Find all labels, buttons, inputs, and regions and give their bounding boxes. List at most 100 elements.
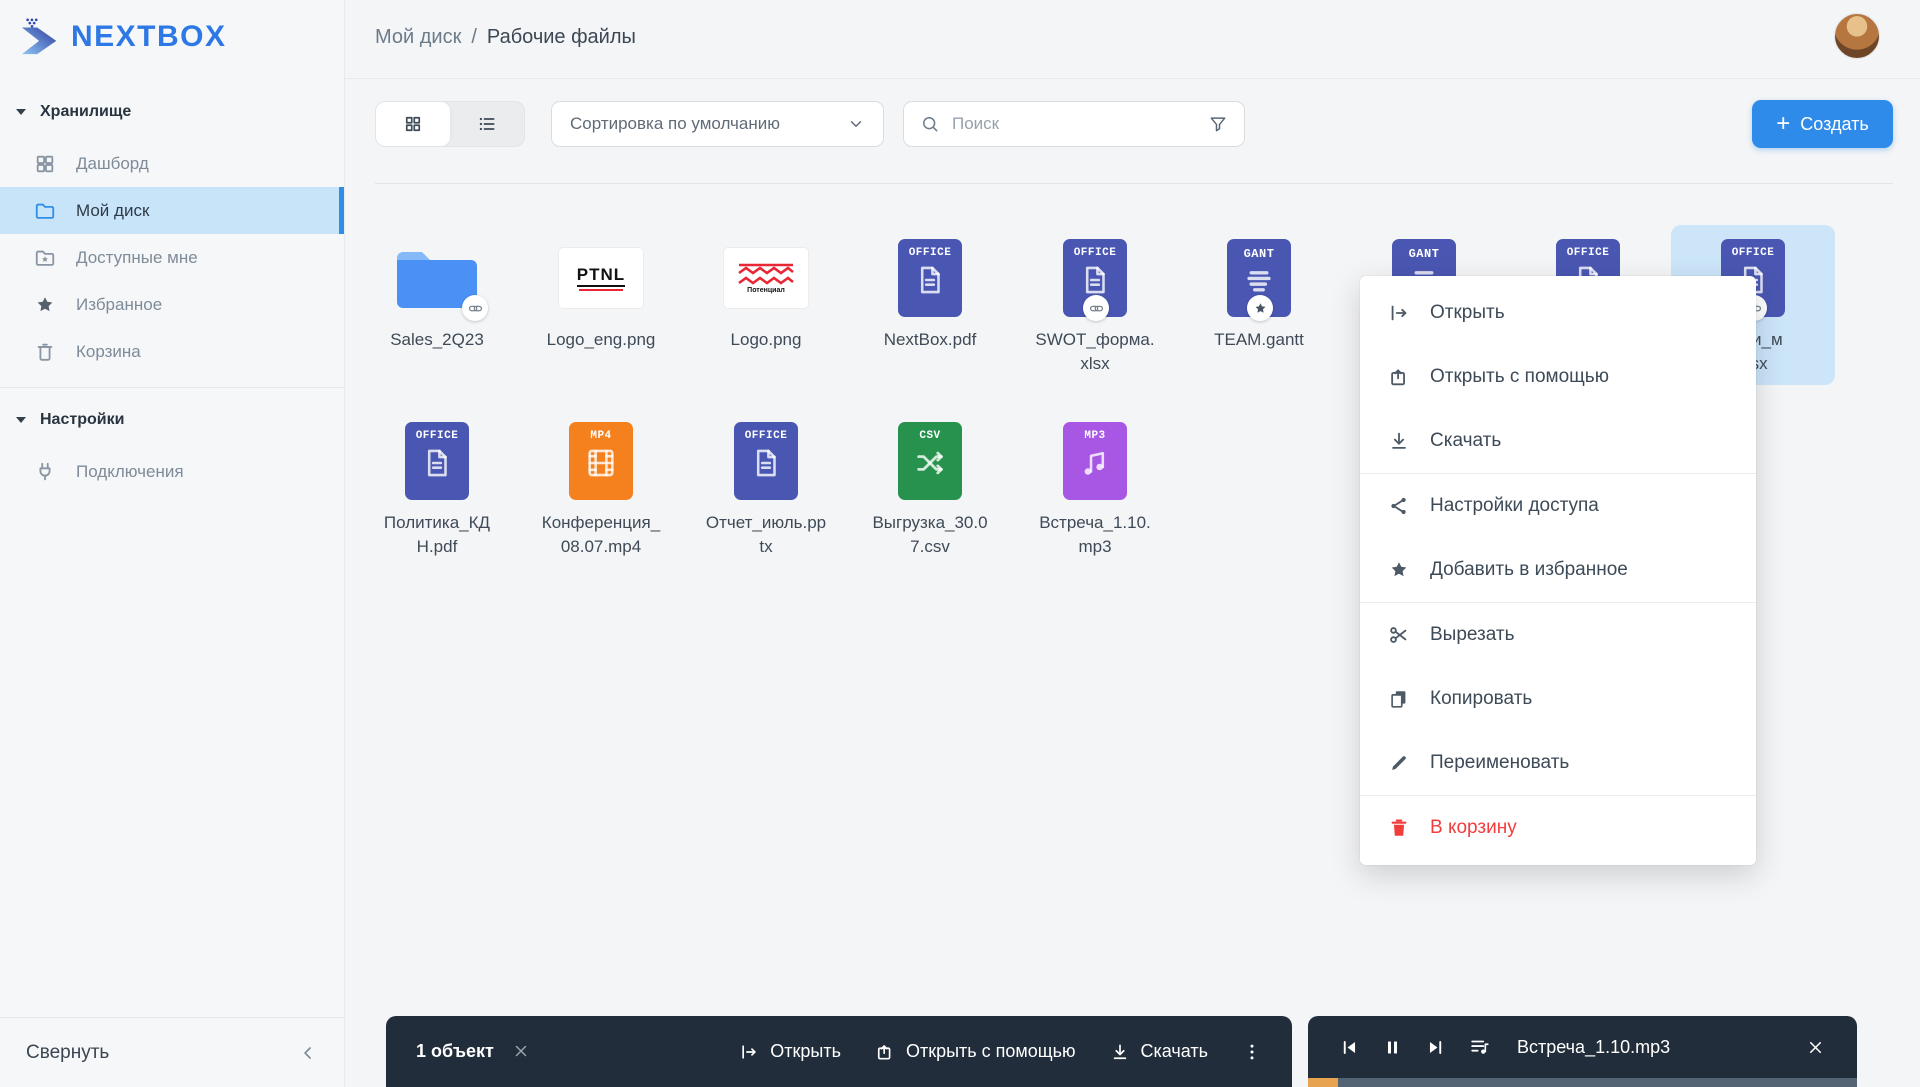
link-icon <box>1089 301 1104 316</box>
file-tile-gantt[interactable]: GANT TEAM.gantt <box>1177 225 1341 352</box>
grid-view-icon <box>403 114 423 134</box>
sidebar-item-connections[interactable]: Подключения <box>0 448 344 495</box>
sidebar-item-favorites[interactable]: Избранное <box>0 281 344 328</box>
file-tile-image[interactable]: Потенциал Logo.png <box>684 225 848 352</box>
logo-arrow-icon <box>21 18 57 55</box>
trash-icon <box>1388 817 1410 839</box>
sidebar-item-my-disk[interactable]: Мой диск <box>0 187 344 234</box>
section-settings[interactable]: Настройки <box>0 400 344 440</box>
menu-item-access-settings[interactable]: Настройки доступа <box>1360 474 1756 538</box>
menu-item-copy[interactable]: Копировать <box>1360 667 1756 731</box>
grid-view-button[interactable] <box>376 102 450 146</box>
create-button[interactable]: + Создать <box>1752 100 1893 148</box>
menu-item-to-trash[interactable]: В корзину <box>1360 796 1756 860</box>
file-tile-folder[interactable]: Sales_2Q23 <box>355 225 519 352</box>
folder-star-icon <box>34 247 56 269</box>
copy-icon <box>1388 688 1410 710</box>
link-badge <box>462 295 488 321</box>
sidebar-item-shared[interactable]: Доступные мне <box>0 234 344 281</box>
playlist-icon[interactable] <box>1469 1036 1491 1058</box>
sidebar-item-trash[interactable]: Корзина <box>0 328 344 375</box>
file-tile-office[interactable]: OFFICE SWOT_форма. xlsx <box>1013 225 1177 376</box>
document-icon <box>913 263 947 297</box>
office-file-icon: OFFICE <box>405 422 469 500</box>
file-name: TEAM.gantt <box>1214 330 1304 349</box>
file-name: Политика_КД Н.pdf <box>383 513 491 556</box>
pause-button[interactable] <box>1383 1038 1402 1057</box>
selection-bar: 1 объект Открыть Открыть с помощью Скача… <box>386 1016 1292 1087</box>
selection-count: 1 объект <box>416 1041 494 1061</box>
triangle-down-icon <box>16 109 26 115</box>
bar-open-button[interactable]: Открыть <box>739 1041 841 1062</box>
next-track-button[interactable] <box>1426 1038 1445 1057</box>
clear-selection-button[interactable] <box>512 1042 530 1060</box>
audio-player: Встреча_1.10.mp3 <box>1308 1016 1857 1087</box>
image-thumbnail: PTNL <box>559 248 643 308</box>
menu-item-cut[interactable]: Вырезать <box>1360 603 1756 667</box>
close-player-button[interactable] <box>1806 1038 1825 1057</box>
breadcrumb-current: Рабочие файлы <box>486 26 636 48</box>
link-badge <box>1083 295 1109 321</box>
download-icon <box>1388 430 1410 452</box>
context-menu: Открыть Открыть с помощью Скачать Настро… <box>1360 276 1756 865</box>
dashboard-icon <box>34 153 56 175</box>
bar-open-with-button[interactable]: Открыть с помощью <box>875 1041 1076 1062</box>
seek-progress <box>1308 1078 1338 1087</box>
open-with-icon <box>1388 366 1410 388</box>
file-tile-office[interactable]: OFFICE Политика_КД Н.pdf <box>355 408 519 559</box>
open-with-icon <box>875 1042 895 1062</box>
open-icon <box>739 1042 759 1062</box>
link-icon <box>468 301 483 316</box>
chevron-left-icon <box>298 1043 318 1063</box>
scissors-icon <box>1388 624 1410 646</box>
file-tile-video[interactable]: MP4 Конференция_ 08.07.mp4 <box>519 408 683 559</box>
file-name: Отчет_июль.pp tx <box>705 513 827 556</box>
sidebar-divider <box>0 387 344 388</box>
office-file-icon: OFFICE <box>898 239 962 317</box>
list-view-button[interactable] <box>450 102 524 146</box>
file-name: NextBox.pdf <box>883 330 977 349</box>
menu-item-rename[interactable]: Переименовать <box>1360 731 1756 795</box>
file-name: Выгрузка_30.0 7.csv <box>872 513 988 556</box>
file-tile-office[interactable]: OFFICE NextBox.pdf <box>848 225 1012 352</box>
film-icon <box>584 446 618 480</box>
star-icon <box>1253 301 1268 316</box>
breadcrumb-parent[interactable]: Мой диск <box>375 26 461 49</box>
filter-icon[interactable] <box>1208 114 1228 134</box>
sort-dropdown[interactable]: Сортировка по умолчанию <box>551 101 884 147</box>
office-file-icon: OFFICE <box>734 422 798 500</box>
file-tile-csv[interactable]: CSV Выгрузка_30.0 7.csv <box>848 408 1012 559</box>
toolbar-divider <box>375 183 1893 184</box>
previous-track-button[interactable] <box>1340 1038 1359 1057</box>
file-tile-office[interactable]: OFFICE Отчет_июль.pp tx <box>684 408 848 559</box>
menu-item-download[interactable]: Скачать <box>1360 409 1756 473</box>
user-avatar[interactable] <box>1834 13 1880 59</box>
red-underline <box>579 288 623 291</box>
collapse-sidebar-button[interactable]: Свернуть <box>0 1017 344 1087</box>
bar-download-button[interactable]: Скачать <box>1110 1041 1208 1062</box>
search-icon <box>920 114 940 134</box>
menu-item-open-with[interactable]: Открыть с помощью <box>1360 345 1756 409</box>
seek-bar[interactable] <box>1308 1078 1857 1087</box>
search-input[interactable] <box>952 114 1196 134</box>
file-name: SWOT_форма. xlsx <box>1035 330 1155 373</box>
sidebar: NEXTBOX Хранилище Дашборд Мой диск Досту… <box>0 0 345 1087</box>
file-tile-image[interactable]: PTNL Logo_eng.png <box>519 225 683 352</box>
section-storage[interactable]: Хранилище <box>0 92 344 132</box>
menu-item-add-favorite[interactable]: Добавить в избранное <box>1360 538 1756 602</box>
file-name: Logo.png <box>730 330 802 349</box>
open-icon <box>1388 302 1410 324</box>
csv-file-icon: CSV <box>898 422 962 500</box>
file-tile-audio[interactable]: MP3 Встреча_1.10. mp3 <box>1013 408 1177 559</box>
music-note-icon <box>1078 446 1112 480</box>
file-name: Конференция_ 08.07.mp4 <box>541 513 661 556</box>
app-logo[interactable]: NEXTBOX <box>20 15 227 59</box>
folder-icon <box>34 200 56 222</box>
star-icon <box>34 294 56 316</box>
file-name: Logo_eng.png <box>546 330 656 349</box>
menu-item-open[interactable]: Открыть <box>1360 281 1756 345</box>
list-view-icon <box>477 114 497 134</box>
document-icon <box>420 446 454 480</box>
more-actions-button[interactable] <box>1242 1042 1262 1062</box>
sidebar-item-dashboard[interactable]: Дашборд <box>0 140 344 187</box>
